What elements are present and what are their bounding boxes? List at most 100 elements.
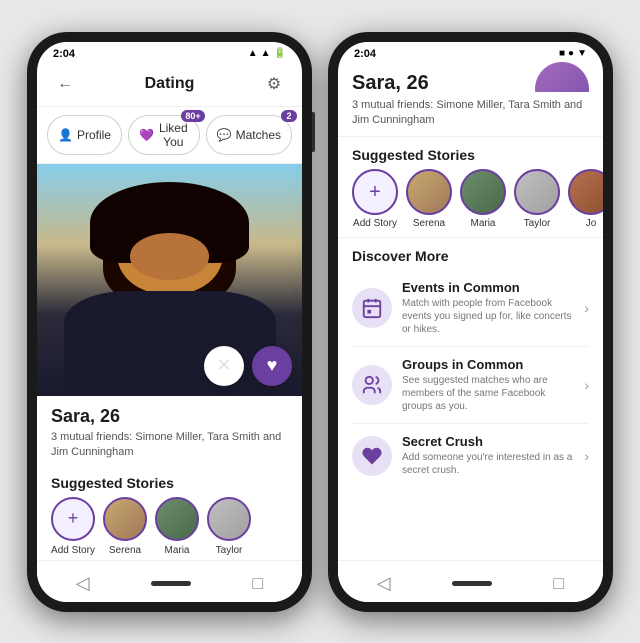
discover-secret-crush[interactable]: Secret Crush Add someone you're interest… [352,424,589,487]
add-story-avatar: + [51,497,95,541]
p2-story-maria[interactable]: Maria [460,169,506,229]
nav-home-2[interactable] [452,581,492,586]
tab-matches-label: Matches [236,128,281,142]
p2-profile-section: Sara, 26 3 mutual friends: Simone Miller… [338,62,603,138]
secret-crush-icon-bg [352,436,392,476]
serena-label: Serena [109,545,141,556]
taylor-avatar [207,497,251,541]
p2-add-avatar: + [352,169,398,215]
signal-icon: ▲ [248,48,258,59]
time-2: 2:04 [354,48,376,60]
events-desc: Match with people from Facebook events y… [402,297,578,336]
app-title: Dating [145,75,195,93]
phone-1-nav: ◁ □ [37,560,302,602]
suggested-stories-title: Suggested Stories [51,475,288,491]
stories-row: + Add Story Serena Maria Taylor [51,497,288,556]
p2-avatar-partial [535,62,589,92]
story-add[interactable]: + Add Story [51,497,95,556]
add-story-label: Add Story [51,545,95,556]
groups-desc: See suggested matches who are members of… [402,374,578,413]
p2-add-label: Add Story [353,218,397,229]
p2-stories-section: Suggested Stories + Add Story Serena M [338,137,603,238]
p2-profile-friends: 3 mutual friends: Simone Miller, Tara Sm… [352,98,589,129]
p2-stories-row: + Add Story Serena Maria [352,169,589,229]
secret-crush-desc: Add someone you're interested in as a se… [402,451,578,477]
p2-taylor-avatar [514,169,560,215]
maria-avatar [155,497,199,541]
p2-story-serena[interactable]: Serena [406,169,452,229]
p2-stories-title: Suggested Stories [352,147,589,163]
battery-icon-2: ▼ [577,48,587,59]
story-serena[interactable]: Serena [103,497,147,556]
wifi-icon-2: ● [568,48,574,59]
p2-serena-avatar [406,169,452,215]
p2-serena-label: Serena [413,218,445,229]
suggested-stories-section: Suggested Stories + Add Story Serena Mar… [37,467,302,560]
p2-maria-avatar [460,169,506,215]
groups-text: Groups in Common See suggested matches w… [402,357,578,413]
secret-crush-text: Secret Crush Add someone you're interest… [402,434,578,477]
phone2-content: Sara, 26 3 mutual friends: Simone Miller… [338,62,603,560]
p2-jo-label: Jo [586,218,597,229]
matches-tab-icon: 💬 [217,128,232,142]
time-1: 2:04 [53,48,75,60]
liked-tab-icon: 💜 [139,128,154,142]
serena-avatar [103,497,147,541]
liked-badge: 80+ [181,110,204,122]
events-icon [361,297,383,319]
profile-name: Sara, 26 [51,406,288,427]
dislike-button[interactable]: ✕ [204,346,244,386]
nav-square-2[interactable]: □ [537,569,580,598]
secret-crush-arrow: › [584,448,589,464]
events-icon-bg [352,288,392,328]
nav-back-1[interactable]: ◁ [60,569,106,598]
discover-groups[interactable]: Groups in Common See suggested matches w… [352,347,589,424]
tabs-row: 👤 Profile 💜 Liked You 80+ 💬 Matches 2 [37,107,302,164]
phone-2: 2:04 ■ ● ▼ Sara, 26 3 mutual friends: Si… [328,32,613,612]
nav-home-1[interactable] [151,581,191,586]
maria-label: Maria [164,545,189,556]
status-icons-2: ■ ● ▼ [559,48,587,59]
tab-matches[interactable]: 💬 Matches 2 [206,115,292,155]
p2-story-taylor[interactable]: Taylor [514,169,560,229]
discover-section: Discover More [338,238,603,497]
nav-back-2[interactable]: ◁ [361,569,407,598]
tab-liked-you[interactable]: 💜 Liked You 80+ [128,115,200,155]
events-title: Events in Common [402,280,578,295]
story-maria[interactable]: Maria [155,497,199,556]
tab-liked-label: Liked You [158,121,189,149]
p2-story-jo[interactable]: Jo [568,169,603,229]
nav-square-1[interactable]: □ [236,569,279,598]
app-header: ← Dating ⚙ [37,62,302,107]
status-bar-2: 2:04 ■ ● ▼ [338,42,603,62]
events-text: Events in Common Match with people from … [402,280,578,336]
profile-photo-container: ✕ ♥ [37,164,302,396]
signal-icon-2: ■ [559,48,565,59]
groups-icon [361,374,383,396]
settings-button[interactable]: ⚙ [260,70,288,98]
p2-story-add[interactable]: + Add Story [352,169,398,229]
groups-arrow: › [584,377,589,393]
back-button[interactable]: ← [51,70,79,98]
like-button[interactable]: ♥ [252,346,292,386]
story-taylor[interactable]: Taylor [207,497,251,556]
phone-1: 2:04 ▲ ▲ 🔋 ← Dating ⚙ 👤 Profile [27,32,312,612]
tab-profile[interactable]: 👤 Profile [47,115,122,155]
profile-tab-icon: 👤 [58,128,73,142]
status-bar-1: 2:04 ▲ ▲ 🔋 [37,42,302,62]
p2-jo-avatar [568,169,603,215]
discover-events[interactable]: Events in Common Match with people from … [352,270,589,347]
profile-info: Sara, 26 3 mutual friends: Simone Miller… [37,396,302,467]
discover-title: Discover More [352,248,589,264]
p2-maria-label: Maria [470,218,495,229]
action-buttons: ✕ ♥ [204,346,292,386]
secret-crush-icon [361,445,383,467]
p2-taylor-label: Taylor [524,218,551,229]
secret-crush-title: Secret Crush [402,434,578,449]
events-arrow: › [584,300,589,316]
phone-1-screen: 2:04 ▲ ▲ 🔋 ← Dating ⚙ 👤 Profile [37,42,302,602]
battery-icon: 🔋 [274,48,286,59]
phone-2-screen: 2:04 ■ ● ▼ Sara, 26 3 mutual friends: Si… [338,42,603,602]
profile-friends: 3 mutual friends: Simone Miller, Tara Sm… [51,430,288,461]
tab-profile-label: Profile [77,128,111,142]
